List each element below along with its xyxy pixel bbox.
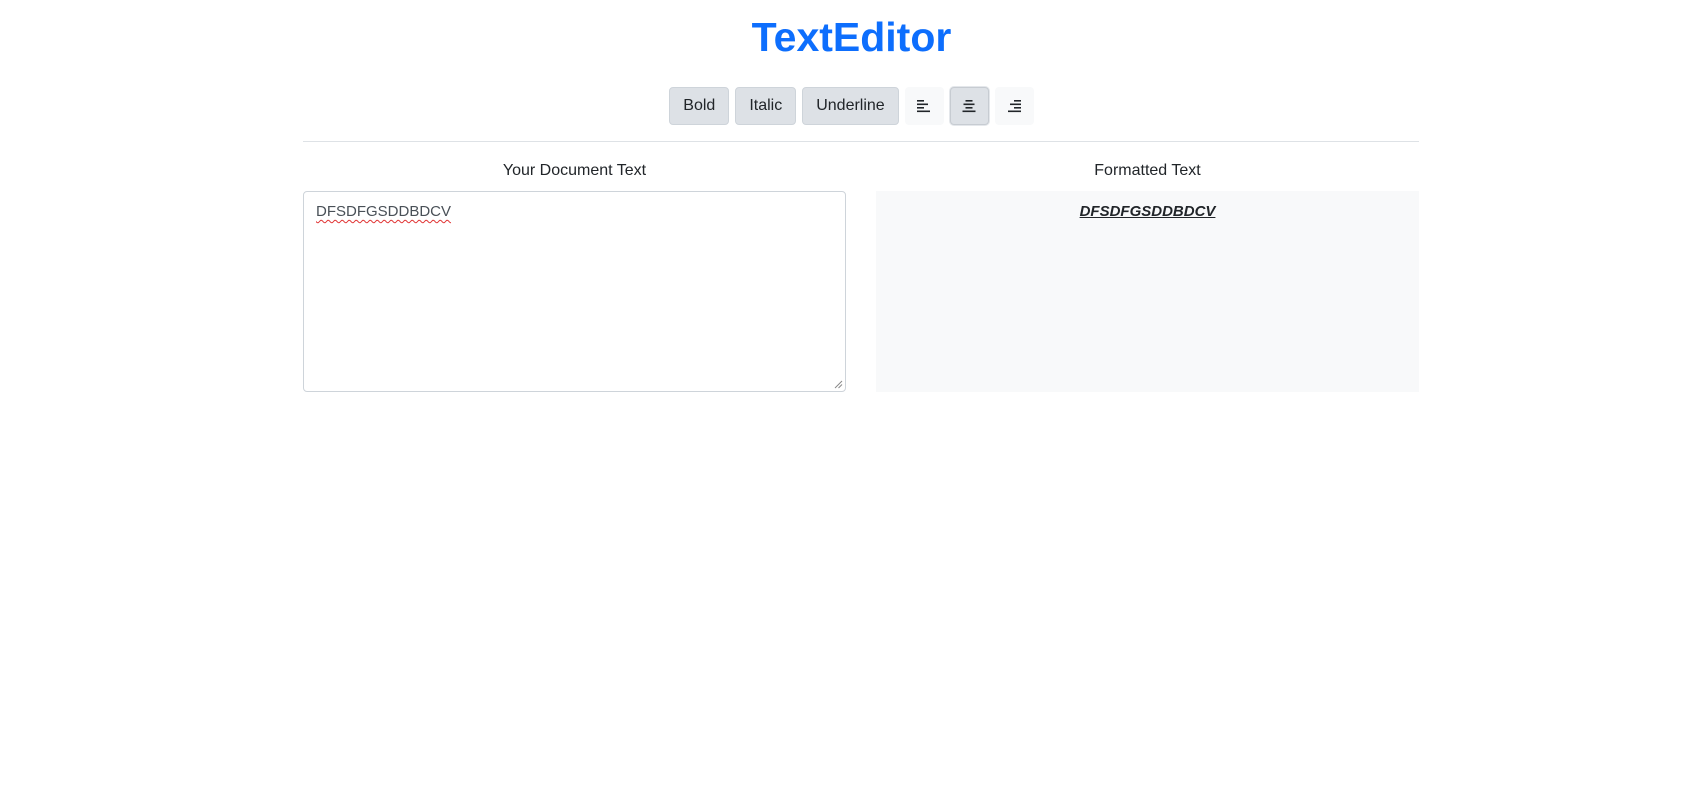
align-center-icon [962, 100, 976, 113]
underline-button[interactable]: Underline [802, 87, 899, 125]
editor-label: Your Document Text [502, 162, 647, 179]
document-textarea[interactable]: DFSDFGSDDBDCV [303, 191, 846, 392]
align-left-button[interactable] [904, 87, 944, 125]
formatted-preview: DFSDFGSDDBDCV [876, 191, 1419, 392]
toolbar-divider [303, 141, 1419, 142]
italic-button[interactable]: Italic [735, 87, 797, 125]
resize-grip-icon[interactable] [834, 380, 843, 389]
text-editor-page: TextEditor Bold Italic Underline Your Do… [0, 0, 1703, 785]
align-left-icon [917, 100, 931, 113]
align-right-icon [1008, 100, 1022, 113]
preview-label: Formatted Text [1094, 162, 1201, 179]
format-toolbar: Bold Italic Underline [0, 87, 1703, 125]
align-right-button[interactable] [994, 87, 1034, 125]
app-title: TextEditor [751, 14, 952, 60]
bold-button[interactable]: Bold [669, 87, 730, 125]
editor-value: DFSDFGSDDBDCV [316, 203, 452, 220]
preview-text: DFSDFGSDDBDCV [1079, 203, 1216, 220]
align-center-button[interactable] [949, 87, 989, 125]
